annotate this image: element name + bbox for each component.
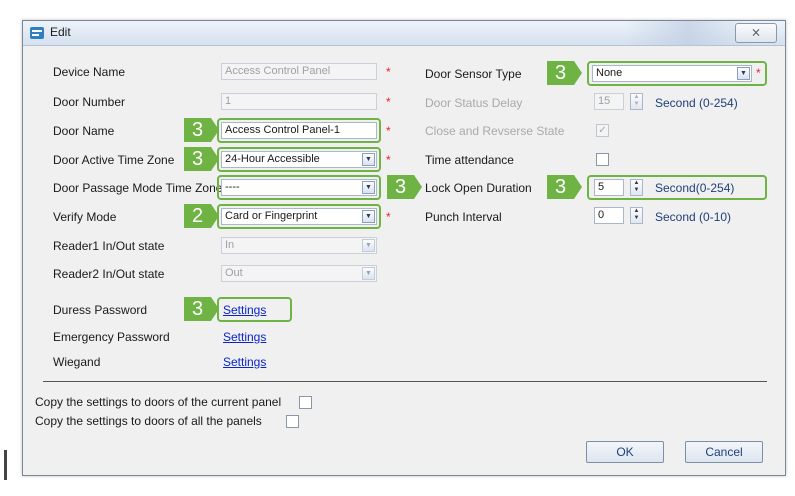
- required-marker: *: [386, 65, 391, 79]
- reader1-label: Reader1 In/Out state: [53, 239, 165, 253]
- punch-interval-input[interactable]: 0: [594, 207, 624, 224]
- device-name-label: Device Name: [53, 65, 126, 79]
- door-name-label: Door Name: [53, 124, 115, 138]
- close-reverse-label: Close and Revserse State: [425, 124, 565, 138]
- step-badge: 3: [547, 61, 582, 85]
- reader1-value: In: [225, 239, 235, 251]
- duress-settings-link[interactable]: Settings: [223, 303, 266, 317]
- active-time-zone-select[interactable]: 24-Hour Accessible ▼: [221, 151, 377, 168]
- active-time-zone-value: 24-Hour Accessible: [225, 153, 320, 165]
- time-attendance-label: Time attendance: [425, 153, 514, 167]
- chevron-down-icon[interactable]: ▼: [362, 153, 375, 166]
- verify-mode-label: Verify Mode: [53, 210, 117, 224]
- copy-current-panel-label: Copy the settings to doors of the curren…: [35, 395, 282, 409]
- chevron-down-icon[interactable]: ▼: [362, 181, 375, 194]
- close-reverse-checkbox[interactable]: ✓: [596, 124, 609, 137]
- edit-form-icon: [30, 27, 44, 39]
- door-status-delay-label: Door Status Delay: [425, 96, 523, 110]
- title-bar-gloss: [623, 21, 753, 45]
- chevron-down-icon[interactable]: ▼: [362, 210, 375, 223]
- dialog-title: Edit: [50, 25, 71, 39]
- title-bar: Edit ⨯: [23, 21, 785, 46]
- chevron-up-icon: ▲: [633, 208, 640, 214]
- lock-open-duration-stepper[interactable]: ▲ ▼: [630, 179, 643, 196]
- punch-interval-label: Punch Interval: [425, 210, 502, 224]
- close-button[interactable]: ⨯: [735, 23, 777, 43]
- time-attendance-checkbox[interactable]: [596, 153, 609, 166]
- door-number-label: Door Number: [53, 95, 126, 109]
- door-number-field[interactable]: 1: [221, 93, 377, 110]
- passage-mode-label: Door Passage Mode Time Zone: [53, 181, 223, 195]
- lock-open-duration-unit: Second(0-254): [655, 181, 735, 195]
- door-sensor-type-select[interactable]: None ▼: [592, 65, 752, 82]
- step-badge: 3: [547, 175, 582, 199]
- checkmark-icon: ✓: [598, 125, 607, 136]
- cancel-button[interactable]: Cancel: [685, 441, 763, 463]
- ok-button[interactable]: OK: [586, 441, 664, 463]
- chevron-down-icon: ▼: [633, 187, 640, 193]
- reader2-select[interactable]: Out ▼: [221, 265, 377, 282]
- lock-open-duration-label: Lock Open Duration: [425, 181, 532, 195]
- required-marker: *: [386, 210, 391, 224]
- door-status-delay-unit: Second (0-254): [655, 96, 738, 110]
- close-icon: ⨯: [750, 25, 762, 39]
- required-marker: *: [386, 153, 391, 167]
- door-sensor-type-value: None: [596, 67, 623, 79]
- required-marker: *: [386, 95, 391, 109]
- chevron-up-icon: ▲: [633, 94, 640, 100]
- copy-all-panels-label: Copy the settings to doors of all the pa…: [35, 414, 262, 428]
- step-badge: 3: [184, 297, 219, 321]
- chevron-up-icon: ▲: [633, 180, 640, 186]
- step-badge: 2: [184, 204, 219, 228]
- step-badge: 3: [387, 175, 422, 199]
- separator-line: [43, 381, 767, 382]
- duress-password-label: Duress Password: [53, 303, 148, 317]
- window-edge-mark: [4, 450, 7, 480]
- chevron-down-icon: ▼: [633, 101, 640, 107]
- wiegand-settings-link[interactable]: Settings: [223, 355, 266, 369]
- door-status-delay-stepper[interactable]: ▲ ▼: [630, 93, 643, 110]
- active-time-zone-label: Door Active Time Zone: [53, 153, 175, 167]
- door-sensor-type-label: Door Sensor Type: [425, 67, 522, 81]
- chevron-down-icon: ▼: [633, 215, 640, 221]
- reader2-label: Reader2 In/Out state: [53, 267, 165, 281]
- reader2-value: Out: [225, 267, 243, 279]
- door-status-delay-input[interactable]: 15: [594, 93, 624, 110]
- verify-mode-select[interactable]: Card or Fingerprint ▼: [221, 208, 377, 225]
- reader1-select[interactable]: In ▼: [221, 237, 377, 254]
- emergency-settings-link[interactable]: Settings: [223, 330, 266, 344]
- verify-mode-value: Card or Fingerprint: [225, 210, 318, 222]
- passage-mode-select[interactable]: ---- ▼: [221, 179, 377, 196]
- chevron-down-icon: ▼: [362, 239, 375, 252]
- chevron-down-icon[interactable]: ▼: [737, 67, 750, 80]
- step-badge: 3: [184, 118, 219, 142]
- device-name-field[interactable]: Access Control Panel: [221, 63, 377, 80]
- chevron-down-icon: ▼: [362, 267, 375, 280]
- passage-mode-value: ----: [225, 181, 240, 193]
- copy-current-panel-checkbox[interactable]: [299, 396, 312, 409]
- punch-interval-unit: Second (0-10): [655, 210, 732, 224]
- emergency-password-label: Emergency Password: [53, 330, 170, 344]
- copy-all-panels-checkbox[interactable]: [286, 415, 299, 428]
- punch-interval-stepper[interactable]: ▲ ▼: [630, 207, 643, 224]
- lock-open-duration-input[interactable]: 5: [594, 179, 624, 196]
- edit-dialog: Edit ⨯ Device Name Access Control Panel …: [22, 20, 786, 476]
- required-marker: *: [386, 124, 391, 138]
- wiegand-label: Wiegand: [53, 355, 101, 369]
- step-badge: 3: [184, 147, 219, 171]
- required-marker: *: [756, 66, 761, 80]
- door-name-input[interactable]: Access Control Panel-1: [221, 122, 377, 139]
